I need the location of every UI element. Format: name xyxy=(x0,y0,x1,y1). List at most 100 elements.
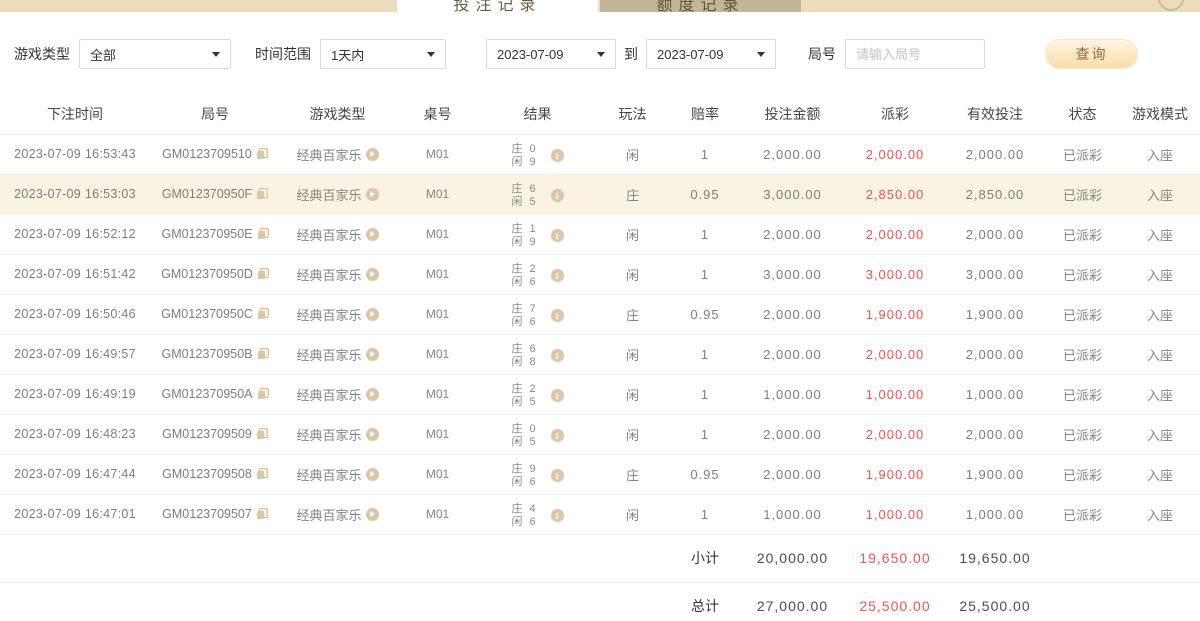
info-icon[interactable]: i xyxy=(551,269,564,282)
game-type-cell: 经典百家乐 xyxy=(280,494,395,534)
result-score: 庄 9 闲 6 xyxy=(511,463,535,489)
header-bet-amount: 投注金额 xyxy=(740,94,845,134)
payout-cell: 2,850.00 xyxy=(845,174,945,214)
replay-icon[interactable] xyxy=(366,508,379,521)
game-type-cell: 经典百家乐 xyxy=(280,174,395,214)
table-row: 2023-07-09 16:47:01 GM0123709507 经典百家乐 M… xyxy=(0,494,1200,534)
info-icon[interactable]: i xyxy=(551,229,564,242)
table-row: 2023-07-09 16:49:19 GM012370950A 经典百家乐 M… xyxy=(0,374,1200,414)
table-row: 2023-07-09 16:52:12 GM012370950E 经典百家乐 M… xyxy=(0,214,1200,254)
date-from-select[interactable]: 2023-07-09 xyxy=(486,39,616,69)
copy-icon[interactable] xyxy=(257,148,268,159)
play-type-cell: 闲 xyxy=(595,414,670,454)
copy-icon[interactable] xyxy=(257,508,268,519)
info-icon[interactable]: i xyxy=(551,389,564,402)
game-type-text: 经典百家乐 xyxy=(296,385,361,404)
game-mode-cell: 入座 xyxy=(1120,414,1200,454)
game-mode-cell: 入座 xyxy=(1120,174,1200,214)
round-number-text: GM012370950C xyxy=(161,307,253,321)
game-type-select[interactable]: 全部 xyxy=(79,39,231,69)
subtotal-bet-amount: 20,000.00 xyxy=(740,534,845,582)
subtotal-label: 小计 xyxy=(670,534,740,582)
result-score: 庄 6 闲 5 xyxy=(511,183,535,209)
header-payout: 派彩 xyxy=(845,94,945,134)
replay-icon[interactable] xyxy=(366,228,379,241)
replay-icon[interactable] xyxy=(366,188,379,201)
time-range-select[interactable]: 1天内 xyxy=(320,39,446,69)
payout-cell: 2,000.00 xyxy=(845,214,945,254)
table-number-cell: M01 xyxy=(395,214,480,254)
round-number-cell: GM0123709510 xyxy=(150,134,280,174)
round-number-text: GM0123709508 xyxy=(162,467,252,481)
table-row: 2023-07-09 16:47:44 GM0123709508 经典百家乐 M… xyxy=(0,454,1200,494)
header-game-mode: 游戏模式 xyxy=(1120,94,1200,134)
bet-amount-cell: 1,000.00 xyxy=(740,374,845,414)
date-to-select[interactable]: 2023-07-09 xyxy=(646,39,776,69)
result-score: 庄 4 闲 6 xyxy=(511,503,535,529)
bet-amount-cell: 2,000.00 xyxy=(740,334,845,374)
replay-icon[interactable] xyxy=(366,468,379,481)
replay-icon[interactable] xyxy=(366,148,379,161)
header-result: 结果 xyxy=(480,94,595,134)
replay-icon[interactable] xyxy=(366,308,379,321)
bet-amount-cell: 2,000.00 xyxy=(740,294,845,334)
round-number-text: GM012370950F xyxy=(162,187,252,201)
bet-time-cell: 2023-07-09 16:51:42 xyxy=(0,254,150,294)
replay-icon[interactable] xyxy=(366,348,379,361)
time-range-value: 1天内 xyxy=(331,45,364,64)
bet-time-cell: 2023-07-09 16:47:01 xyxy=(0,494,150,534)
round-number-cell: GM012370950D xyxy=(150,254,280,294)
status-cell: 已派彩 xyxy=(1045,334,1120,374)
copy-icon[interactable] xyxy=(257,428,268,439)
valid-bet-cell: 2,000.00 xyxy=(945,414,1045,454)
play-type-cell: 闲 xyxy=(595,254,670,294)
info-icon[interactable]: i xyxy=(551,149,564,162)
copy-icon[interactable] xyxy=(258,308,269,319)
result-cell: 庄 7 闲 6 i xyxy=(480,294,595,334)
copy-icon[interactable] xyxy=(257,188,268,199)
info-icon[interactable]: i xyxy=(551,429,564,442)
table-number-cell: M01 xyxy=(395,494,480,534)
odds-cell: 0.95 xyxy=(670,174,740,214)
result-score: 庄 6 闲 8 xyxy=(511,343,535,369)
replay-icon[interactable] xyxy=(366,388,379,401)
chevron-down-icon xyxy=(757,52,765,57)
result-score: 庄 2 闲 5 xyxy=(511,383,535,409)
result-player: 闲 9 xyxy=(511,156,535,169)
copy-icon[interactable] xyxy=(258,348,269,359)
date-from-value: 2023-07-09 xyxy=(497,47,564,62)
close-icon[interactable] xyxy=(1158,0,1184,11)
subtotal-payout: 19,650.00 xyxy=(845,534,945,582)
tab-credit-records[interactable]: 额度记录 xyxy=(600,0,801,12)
copy-icon[interactable] xyxy=(258,268,269,279)
result-banker: 庄 2 xyxy=(511,263,535,276)
bet-time-cell: 2023-07-09 16:53:43 xyxy=(0,134,150,174)
copy-icon[interactable] xyxy=(257,468,268,479)
game-mode-cell: 入座 xyxy=(1120,334,1200,374)
copy-icon[interactable] xyxy=(258,388,269,399)
odds-cell: 1 xyxy=(670,414,740,454)
replay-icon[interactable] xyxy=(366,268,379,281)
info-icon[interactable]: i xyxy=(551,309,564,322)
copy-icon[interactable] xyxy=(258,228,269,239)
bet-time-cell: 2023-07-09 16:50:46 xyxy=(0,294,150,334)
tab-betting-records-label: 投注记录 xyxy=(453,0,541,12)
info-icon[interactable]: i xyxy=(551,349,564,362)
payout-cell: 1,900.00 xyxy=(845,294,945,334)
records-table: 下注时间 局号 游戏类型 桌号 结果 玩法 赔率 投注金额 派彩 有效投注 状态… xyxy=(0,94,1200,621)
game-type-cell: 经典百家乐 xyxy=(280,454,395,494)
info-icon[interactable]: i xyxy=(551,509,564,522)
header-play-type: 玩法 xyxy=(595,94,670,134)
tab-betting-records[interactable]: 投注记录 xyxy=(397,0,598,12)
query-button[interactable]: 查询 xyxy=(1045,39,1138,69)
result-player: 闲 6 xyxy=(511,516,535,529)
info-icon[interactable]: i xyxy=(551,469,564,482)
replay-icon[interactable] xyxy=(366,428,379,441)
header-valid-bet: 有效投注 xyxy=(945,94,1045,134)
grand-total-label: 总计 xyxy=(670,582,740,621)
bet-amount-cell: 2,000.00 xyxy=(740,134,845,174)
status-cell: 已派彩 xyxy=(1045,214,1120,254)
info-icon[interactable]: i xyxy=(551,189,564,202)
round-number-input[interactable] xyxy=(845,39,985,69)
payout-cell: 1,900.00 xyxy=(845,454,945,494)
